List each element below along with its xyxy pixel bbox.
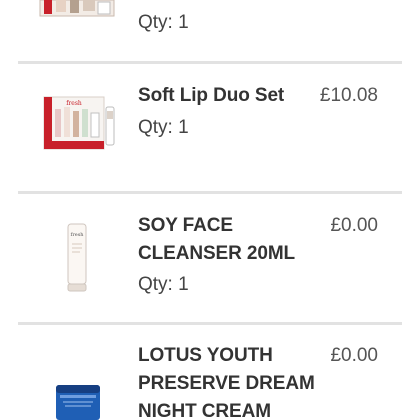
product-image[interactable] <box>30 383 125 420</box>
quantity-label: Qty: 1 <box>138 117 189 138</box>
cart-item[interactable]: LOTUS YOUTH PRESERVE DREAM NIGHT CREAM £… <box>0 325 420 420</box>
product-name[interactable]: LOTUS YOUTH PRESERVE DREAM NIGHT CREAM <box>138 342 318 420</box>
cleanser-tube-icon: fresh <box>67 223 87 292</box>
product-price: £10.08 <box>319 85 378 106</box>
product-name[interactable]: Soft Lip Duo Set <box>138 82 318 110</box>
product-image[interactable] <box>30 0 125 18</box>
svg-text:fresh: fresh <box>71 232 85 238</box>
gift-set-box-icon <box>39 0 115 17</box>
cart-item[interactable]: fresh Soft Lip Duo Set £10.08 Qty: 1 <box>0 64 420 192</box>
cart-item-list: Qty: 1 fresh Soft Lip Duo Set £10.08 Qty… <box>0 0 420 420</box>
cart-item[interactable]: Qty: 1 <box>0 0 420 62</box>
quantity-label: Qty: 1 <box>138 274 189 295</box>
product-name[interactable]: SOY FACE CLEANSER 20ML <box>138 212 318 268</box>
product-image[interactable]: fresh <box>30 91 125 153</box>
night-cream-jar-icon <box>56 385 100 420</box>
quantity-label: Qty: 1 <box>138 12 189 33</box>
product-price: £0.00 <box>330 215 378 236</box>
lip-duo-gift-box-icon: fresh <box>43 96 115 150</box>
svg-text:fresh: fresh <box>66 100 82 107</box>
cart-item[interactable]: fresh SOY FACE CLEANSER 20ML £0.00 Qty: … <box>0 194 420 322</box>
product-image[interactable]: fresh <box>30 222 125 294</box>
product-price: £0.00 <box>330 345 378 366</box>
